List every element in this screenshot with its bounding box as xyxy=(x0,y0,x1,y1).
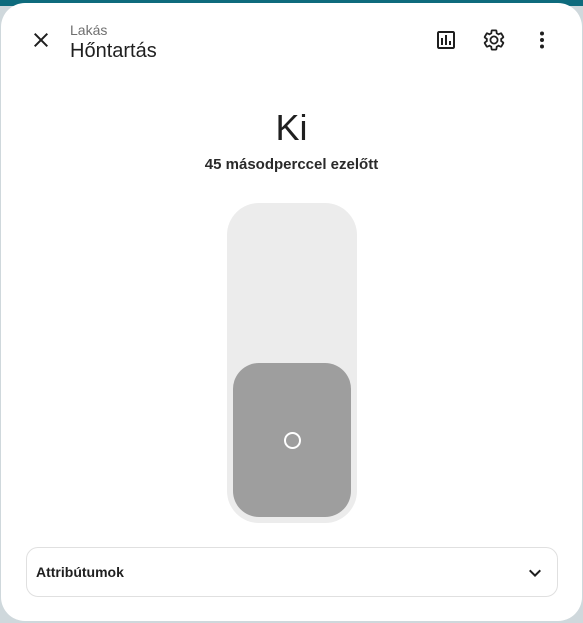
more-options-button[interactable] xyxy=(524,24,560,60)
header-titles: Lakás Hőntartás xyxy=(70,22,157,63)
chart-icon xyxy=(434,28,458,57)
attributes-label: Attribútumok xyxy=(36,564,124,580)
state-value: Ki xyxy=(275,107,308,148)
settings-button[interactable] xyxy=(476,24,512,60)
gear-icon xyxy=(482,28,506,57)
entity-name: Hőntartás xyxy=(70,40,157,62)
more-info-dialog: Lakás Hőntartás Ki 45 másodperccel ezelő… xyxy=(1,3,582,621)
state-toggle[interactable] xyxy=(227,203,357,523)
close-icon xyxy=(29,28,53,57)
dialog-header: Lakás Hőntartás xyxy=(1,3,582,83)
power-off-icon xyxy=(283,431,301,449)
history-button[interactable] xyxy=(428,24,464,60)
chevron-down-icon xyxy=(523,561,547,585)
attributes-expander[interactable]: Attribútumok xyxy=(26,547,558,597)
dots-vertical-icon xyxy=(530,28,554,57)
close-button[interactable] xyxy=(23,24,59,60)
last-changed: 45 másodperccel ezelőtt xyxy=(204,156,379,173)
toggle-thumb[interactable] xyxy=(233,363,351,517)
area-name: Lakás xyxy=(70,22,108,38)
